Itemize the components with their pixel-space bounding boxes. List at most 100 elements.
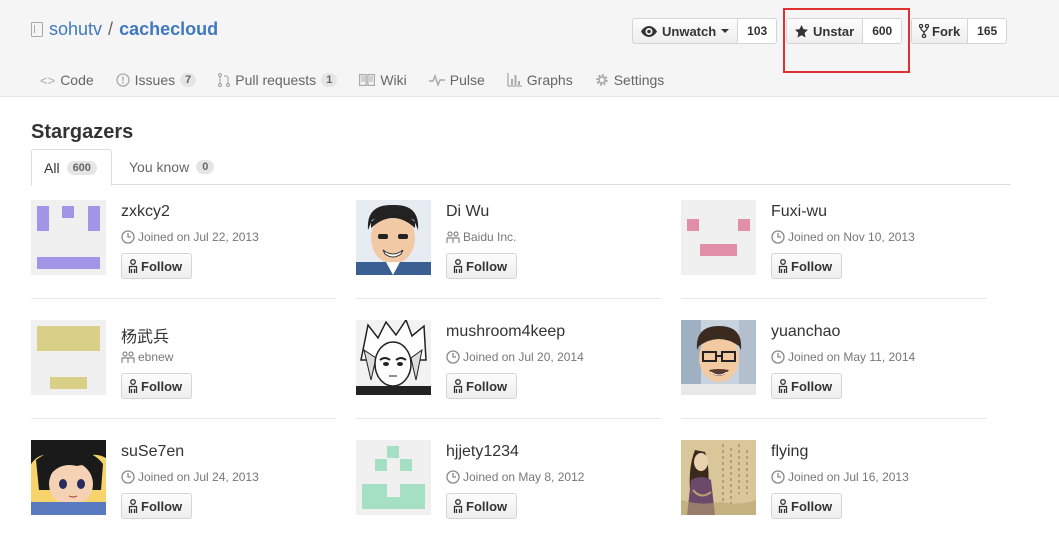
tab-graphs[interactable]: Graphs bbox=[507, 70, 573, 90]
avatar[interactable] bbox=[31, 320, 106, 395]
username-link[interactable]: Fuxi-wu bbox=[771, 203, 827, 221]
avatar[interactable] bbox=[356, 320, 431, 395]
user-meta: Joined on Nov 10, 2013 bbox=[771, 230, 915, 244]
tab-wiki-label: Wiki bbox=[380, 72, 407, 88]
follow-button[interactable]: Follow bbox=[771, 493, 843, 519]
stargazers-count[interactable]: 600 bbox=[863, 18, 903, 44]
follow-button[interactable]: Follow bbox=[121, 253, 193, 279]
clock-icon bbox=[771, 470, 785, 484]
star-group: Unstar 600 bbox=[786, 18, 903, 44]
username-link[interactable]: yuanchao bbox=[771, 323, 840, 341]
avatar[interactable] bbox=[356, 200, 431, 275]
eye-icon bbox=[641, 25, 657, 37]
avatar[interactable] bbox=[681, 440, 756, 515]
star-icon bbox=[795, 24, 808, 38]
person-icon bbox=[128, 378, 138, 394]
avatar[interactable] bbox=[356, 440, 431, 515]
divider bbox=[31, 418, 336, 419]
tab-you-know-label: You know bbox=[129, 159, 190, 175]
gear-icon bbox=[595, 73, 609, 87]
username-link[interactable]: Di Wu bbox=[446, 203, 489, 221]
username-link[interactable]: mushroom4keep bbox=[446, 323, 565, 341]
issues-count: 7 bbox=[180, 73, 197, 87]
stargazer-card: zxkcy2 Joined on Jul 22, 2013 Follow bbox=[31, 200, 336, 300]
follow-button[interactable]: Follow bbox=[446, 253, 518, 279]
tab-wiki[interactable]: Wiki bbox=[359, 70, 407, 90]
stargazer-card: yuanchao Joined on May 11, 2014 Follow bbox=[681, 320, 986, 420]
pull-requests-count: 1 bbox=[321, 73, 338, 87]
organization-icon bbox=[446, 230, 460, 244]
fork-group: Fork 165 bbox=[911, 18, 1008, 44]
username-link[interactable]: zxkcy2 bbox=[121, 203, 170, 221]
unstar-button[interactable]: Unstar bbox=[786, 18, 864, 44]
code-icon: <> bbox=[40, 72, 56, 88]
avatar[interactable] bbox=[681, 320, 756, 395]
person-icon bbox=[778, 378, 788, 394]
avatar[interactable] bbox=[31, 200, 106, 275]
clock-icon bbox=[771, 230, 785, 244]
avatar[interactable] bbox=[31, 440, 106, 515]
tab-issues[interactable]: Issues 7 bbox=[116, 70, 197, 90]
tab-code[interactable]: <> Code bbox=[40, 70, 94, 90]
username-link[interactable]: suSe7en bbox=[121, 443, 184, 461]
tab-all[interactable]: All 600 bbox=[31, 149, 112, 186]
avatar[interactable] bbox=[681, 200, 756, 275]
page-title: Stargazers bbox=[31, 121, 134, 143]
unwatch-button[interactable]: Unwatch bbox=[632, 18, 739, 44]
user-meta-text: Joined on Jul 20, 2014 bbox=[463, 350, 584, 364]
person-icon bbox=[453, 258, 463, 274]
tab-you-know[interactable]: You know 0 bbox=[117, 149, 226, 185]
tab-settings[interactable]: Settings bbox=[595, 70, 665, 90]
fork-button[interactable]: Fork bbox=[911, 18, 969, 44]
stargazer-card: mushroom4keep Joined on Jul 20, 2014 Fol… bbox=[356, 320, 661, 420]
follow-button[interactable]: Follow bbox=[771, 373, 843, 399]
stargazer-card: Fuxi-wu Joined on Nov 10, 2013 Follow bbox=[681, 200, 986, 300]
tab-settings-label: Settings bbox=[613, 72, 665, 88]
tab-code-label: Code bbox=[60, 72, 94, 88]
user-meta-text: Joined on Jul 22, 2013 bbox=[138, 230, 259, 244]
stargazer-card: Di Wu Baidu Inc. Follow bbox=[356, 200, 661, 300]
repo-icon bbox=[31, 22, 43, 37]
divider bbox=[356, 418, 661, 419]
user-meta: Joined on Jul 24, 2013 bbox=[121, 470, 259, 484]
follow-button[interactable]: Follow bbox=[446, 493, 518, 519]
stargazers-tabs: All 600 You know 0 bbox=[31, 149, 1011, 186]
tab-pulse[interactable]: Pulse bbox=[428, 70, 485, 90]
user-meta-text: Joined on Nov 10, 2013 bbox=[788, 230, 915, 244]
username-link[interactable]: flying bbox=[771, 443, 808, 461]
follow-button[interactable]: Follow bbox=[446, 373, 518, 399]
stargazer-card: suSe7en Joined on Jul 24, 2013 Follow bbox=[31, 440, 336, 538]
forks-count[interactable]: 165 bbox=[968, 18, 1008, 44]
user-meta-text: Baidu Inc. bbox=[463, 230, 517, 244]
repo-header: sohutv / cachecloud Unwatch 103 Unstar 6… bbox=[0, 0, 1059, 97]
stargazer-card: flying Joined on Jul 16, 2013 Follow bbox=[681, 440, 986, 538]
person-icon bbox=[453, 378, 463, 394]
username-link[interactable]: hjjety1234 bbox=[446, 443, 519, 461]
username-link[interactable]: 杨武兵 bbox=[121, 323, 169, 347]
repo-owner-link[interactable]: sohutv bbox=[49, 19, 102, 40]
watchers-count[interactable]: 103 bbox=[738, 18, 778, 44]
repo-name-link[interactable]: cachecloud bbox=[119, 19, 218, 40]
clock-icon bbox=[446, 350, 460, 364]
pulse-icon bbox=[428, 74, 445, 86]
wiki-icon bbox=[359, 74, 376, 86]
unwatch-label: Unwatch bbox=[662, 23, 717, 39]
follow-button[interactable]: Follow bbox=[121, 493, 193, 519]
tab-pull-requests[interactable]: Pull requests 1 bbox=[218, 70, 338, 90]
user-meta-text: Joined on Jul 16, 2013 bbox=[788, 470, 909, 484]
stargazer-card: 杨武兵 ebnew Follow bbox=[31, 320, 336, 420]
follow-button[interactable]: Follow bbox=[771, 253, 843, 279]
user-meta: Joined on Jul 20, 2014 bbox=[446, 350, 584, 364]
follow-button[interactable]: Follow bbox=[121, 373, 193, 399]
divider bbox=[681, 418, 986, 419]
user-meta: Joined on May 11, 2014 bbox=[771, 350, 915, 364]
person-icon bbox=[453, 498, 463, 514]
follow-label: Follow bbox=[791, 498, 833, 514]
follow-label: Follow bbox=[791, 258, 833, 274]
pull-request-icon bbox=[218, 73, 231, 87]
tab-pulse-label: Pulse bbox=[449, 72, 485, 88]
user-meta: Joined on Jul 22, 2013 bbox=[121, 230, 259, 244]
clock-icon bbox=[121, 470, 135, 484]
clock-icon bbox=[121, 230, 135, 244]
tab-graphs-label: Graphs bbox=[526, 72, 573, 88]
